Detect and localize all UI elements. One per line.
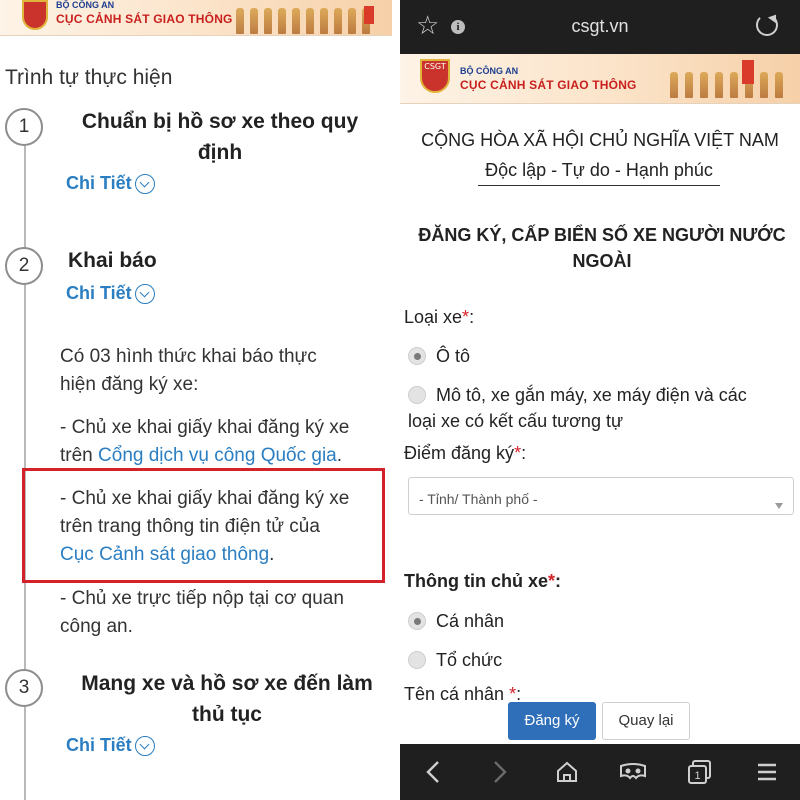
person-name-label: Tên cá nhân *:: [404, 684, 522, 704]
police-emblem-logo: CSGT: [420, 59, 450, 93]
banner-ministry: BỘ CÔNG AN: [460, 66, 519, 76]
register-button[interactable]: Đăng ký: [508, 702, 596, 740]
step-title-1: Chuẩn bị hồ sơ xe theo quy định: [81, 110, 359, 164]
radio-motorbike[interactable]: Mô tô, xe gắn máy, xe máy điện và các lo…: [408, 382, 747, 434]
registration-point-label: Điểm đăng ký*:: [404, 443, 527, 463]
menu-icon[interactable]: [747, 752, 787, 792]
back-icon[interactable]: [413, 752, 453, 792]
national-motto: Độc lập - Tự do - Hạnh phúc: [478, 160, 720, 186]
reading-mode-icon[interactable]: [613, 752, 653, 792]
tabs-icon[interactable]: 1: [680, 752, 720, 792]
nation-title: CỘNG HÒA XÃ HỘI CHỦ NGHĨA VIỆT NAM: [421, 130, 779, 150]
step-title-2: Khai báo: [68, 249, 157, 272]
radio-button[interactable]: [408, 612, 426, 630]
banner-parade-image: [670, 64, 790, 98]
banner-department: CỤC CẢNH SÁT GIAO THÔNG: [460, 78, 637, 92]
banner-department: CỤC CẢNH SÁT GIAO THÔNG: [56, 12, 233, 26]
step-number-3: 3: [5, 669, 43, 707]
police-emblem-logo: [22, 0, 48, 30]
province-select[interactable]: - Tỉnh/ Thành phố -: [408, 477, 794, 515]
required-marker: *: [548, 571, 556, 591]
url-text[interactable]: csgt.vn: [400, 16, 800, 37]
radio-car[interactable]: Ô tô: [408, 343, 470, 369]
chevron-down-icon: [134, 735, 155, 756]
flag-icon: [742, 60, 754, 84]
left-screenshot-pane: BỘ CÔNG AN CỤC CẢNH SÁT GIAO THÔNG Trình…: [0, 0, 392, 800]
forward-icon[interactable]: [480, 752, 520, 792]
procedure-heading: Trình tự thực hiện: [5, 66, 173, 89]
step-1-detail-link[interactable]: Chi Tiết: [66, 173, 155, 194]
form-title: ĐĂNG KÝ, CẤP BIỂN SỐ XE NGƯỜI NƯỚC NGOÀI: [418, 225, 786, 271]
radio-button[interactable]: [408, 651, 426, 669]
step-number-1: 1: [5, 108, 43, 146]
csgt-banner: CSGT BỘ CÔNG AN CỤC CẢNH SÁT GIAO THÔNG: [400, 54, 800, 104]
reload-icon[interactable]: [756, 14, 778, 36]
national-public-service-portal-link[interactable]: Cổng dịch vụ công Quốc gia: [98, 445, 337, 466]
back-button[interactable]: Quay lại: [602, 702, 690, 740]
vehicle-type-label: Loại xe*:: [404, 307, 475, 327]
step-title-3: Mang xe và hồ sơ xe đến làm thủ tục: [81, 672, 373, 726]
flag-icon: [364, 6, 374, 24]
dropdown-arrow-icon: [775, 503, 783, 509]
radio-organization[interactable]: Tổ chức: [408, 647, 502, 673]
radio-button[interactable]: [408, 347, 426, 365]
chevron-down-icon: [134, 283, 155, 304]
step-2-detail-link[interactable]: Chi Tiết: [66, 283, 155, 304]
highlight-box: [22, 468, 385, 583]
radio-individual[interactable]: Cá nhân: [408, 608, 504, 634]
step-number-2: 2: [5, 247, 43, 285]
step-3-detail-link[interactable]: Chi Tiết: [66, 735, 155, 756]
right-screenshot-pane: ☆ i csgt.vn CSGT BỘ CÔNG AN CỤC CẢNH SÁT…: [400, 0, 800, 800]
pane-divider: [392, 0, 400, 800]
tabs-count: 1: [694, 770, 700, 782]
radio-button[interactable]: [408, 386, 426, 404]
csgt-banner: BỘ CÔNG AN CỤC CẢNH SÁT GIAO THÔNG: [0, 0, 392, 36]
owner-info-label: Thông tin chủ xe*:: [404, 571, 562, 591]
declaration-option-1: - Chủ xe khai giấy khai đăng ký xe trên …: [60, 417, 350, 466]
banner-ministry: BỘ CÔNG AN: [56, 0, 115, 10]
chevron-down-icon: [134, 173, 155, 194]
required-marker: *: [462, 307, 470, 327]
declaration-intro: Có 03 hình thức khai báo thực hiện đăng …: [60, 346, 317, 395]
home-icon[interactable]: [547, 752, 587, 792]
browser-address-bar: ☆ i csgt.vn: [400, 0, 800, 54]
browser-bottom-nav: 1: [400, 744, 800, 800]
declaration-option-3: - Chủ xe trực tiếp nộp tại cơ quan công …: [60, 588, 344, 637]
